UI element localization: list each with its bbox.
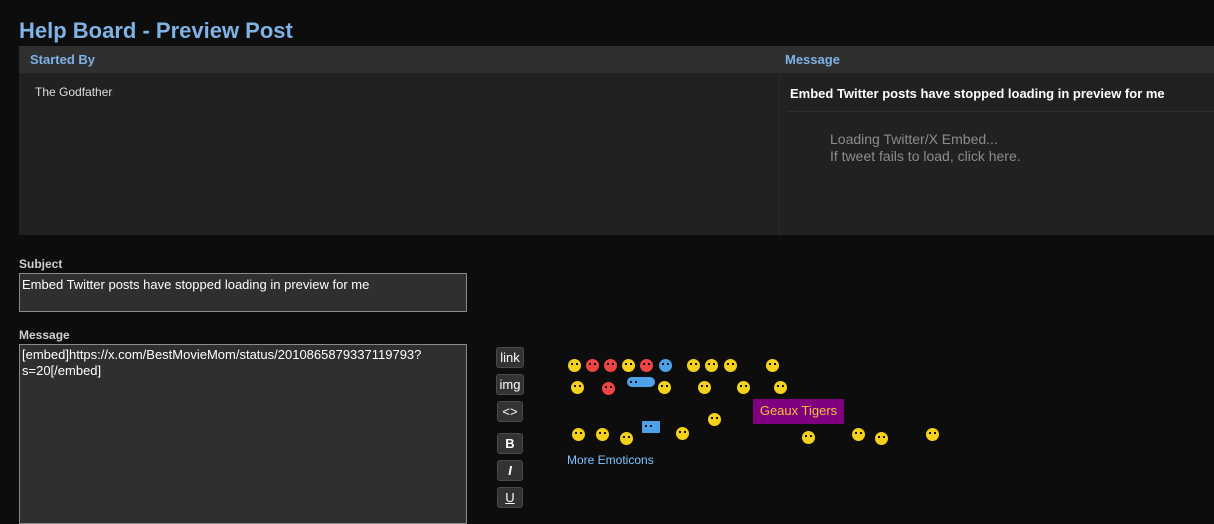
message-label: Message (19, 328, 70, 342)
italic-button[interactable]: I (497, 460, 523, 481)
emoticon-icon[interactable] (705, 359, 718, 372)
emoticon-icon[interactable] (875, 432, 888, 445)
subject-label: Subject (19, 257, 63, 271)
flag-emoticon-icon[interactable] (642, 421, 660, 433)
emoticon-icon[interactable] (687, 359, 700, 372)
emoticon-icon[interactable] (620, 432, 633, 445)
emoticon-tooltip: Geaux Tigers (753, 399, 844, 424)
emoticon-icon[interactable] (737, 381, 750, 394)
twitter-embed[interactable]: Loading Twitter/X Embed... If tweet fail… (830, 131, 1021, 165)
emoticon-icon[interactable] (568, 359, 581, 372)
image-button[interactable]: img (496, 374, 524, 395)
emoticon-icon[interactable] (802, 431, 815, 444)
underline-button[interactable]: U (497, 487, 523, 508)
emoticon-icon[interactable] (698, 381, 711, 394)
emoticon-icon[interactable] (658, 381, 671, 394)
emoticon-icon[interactable] (602, 382, 615, 395)
emoticon-icon[interactable] (708, 413, 721, 426)
subject-input[interactable]: Embed Twitter posts have stopped loading… (19, 273, 467, 312)
emoticon-icon[interactable] (572, 428, 585, 441)
post-author: The Godfather (35, 85, 113, 99)
page-title: Help Board - Preview Post (19, 18, 293, 43)
subject-divider (787, 111, 1214, 112)
post-row: The Godfather Embed Twitter posts have s… (19, 73, 1214, 235)
posts-table-header: Started By Message (19, 46, 1214, 73)
link-button[interactable]: link (496, 347, 524, 368)
emoticon-icon[interactable] (724, 359, 737, 372)
emoticon-icon[interactable] (774, 381, 787, 394)
more-emoticons-link[interactable]: More Emoticons (567, 453, 654, 467)
emoticon-icon[interactable] (766, 359, 779, 372)
embed-fallback-link[interactable]: If tweet fails to load, click here. (830, 148, 1021, 165)
message-textarea[interactable]: [embed]https://x.com/BestMovieMom/status… (19, 344, 467, 524)
emoticon-icon[interactable] (640, 359, 653, 372)
emoticon-icon[interactable] (852, 428, 865, 441)
emoticon-icon[interactable] (926, 428, 939, 441)
cool-emoticon-icon[interactable] (627, 377, 655, 387)
emoticon-icon[interactable] (622, 359, 635, 372)
emoticon-icon[interactable] (586, 359, 599, 372)
message-header: Message (785, 52, 840, 67)
code-button[interactable]: <> (497, 401, 523, 422)
emoticon-icon[interactable] (596, 428, 609, 441)
emoticon-icon[interactable] (659, 359, 672, 372)
embed-loading-text: Loading Twitter/X Embed... (830, 131, 998, 147)
started-by-header: Started By (30, 52, 96, 67)
column-divider (779, 73, 780, 235)
emoticon-icon[interactable] (676, 427, 689, 440)
emoticon-icon[interactable] (571, 381, 584, 394)
post-subject: Embed Twitter posts have stopped loading… (790, 86, 1165, 101)
emoticon-icon[interactable] (604, 359, 617, 372)
bold-button[interactable]: B (497, 433, 523, 454)
